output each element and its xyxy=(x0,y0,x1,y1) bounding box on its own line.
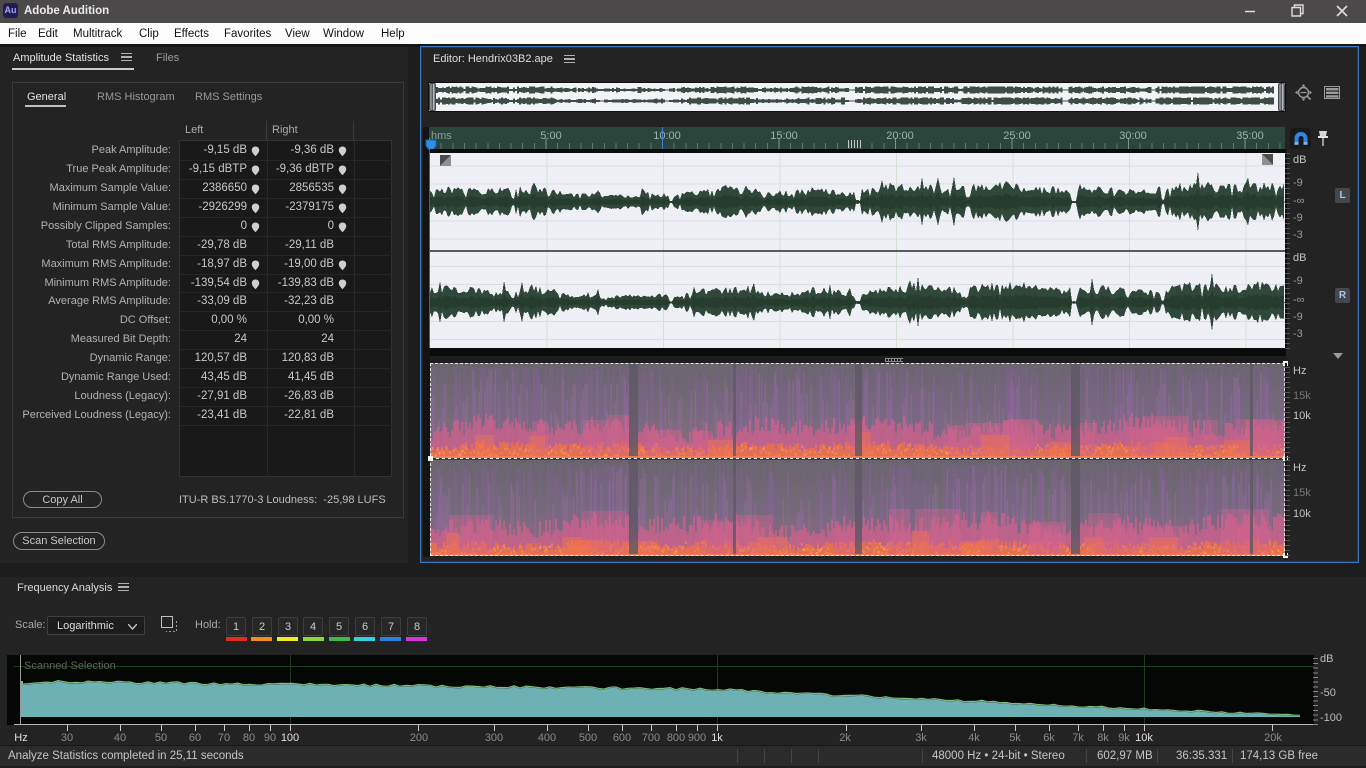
svg-text:Scanned Selection: Scanned Selection xyxy=(24,660,116,672)
